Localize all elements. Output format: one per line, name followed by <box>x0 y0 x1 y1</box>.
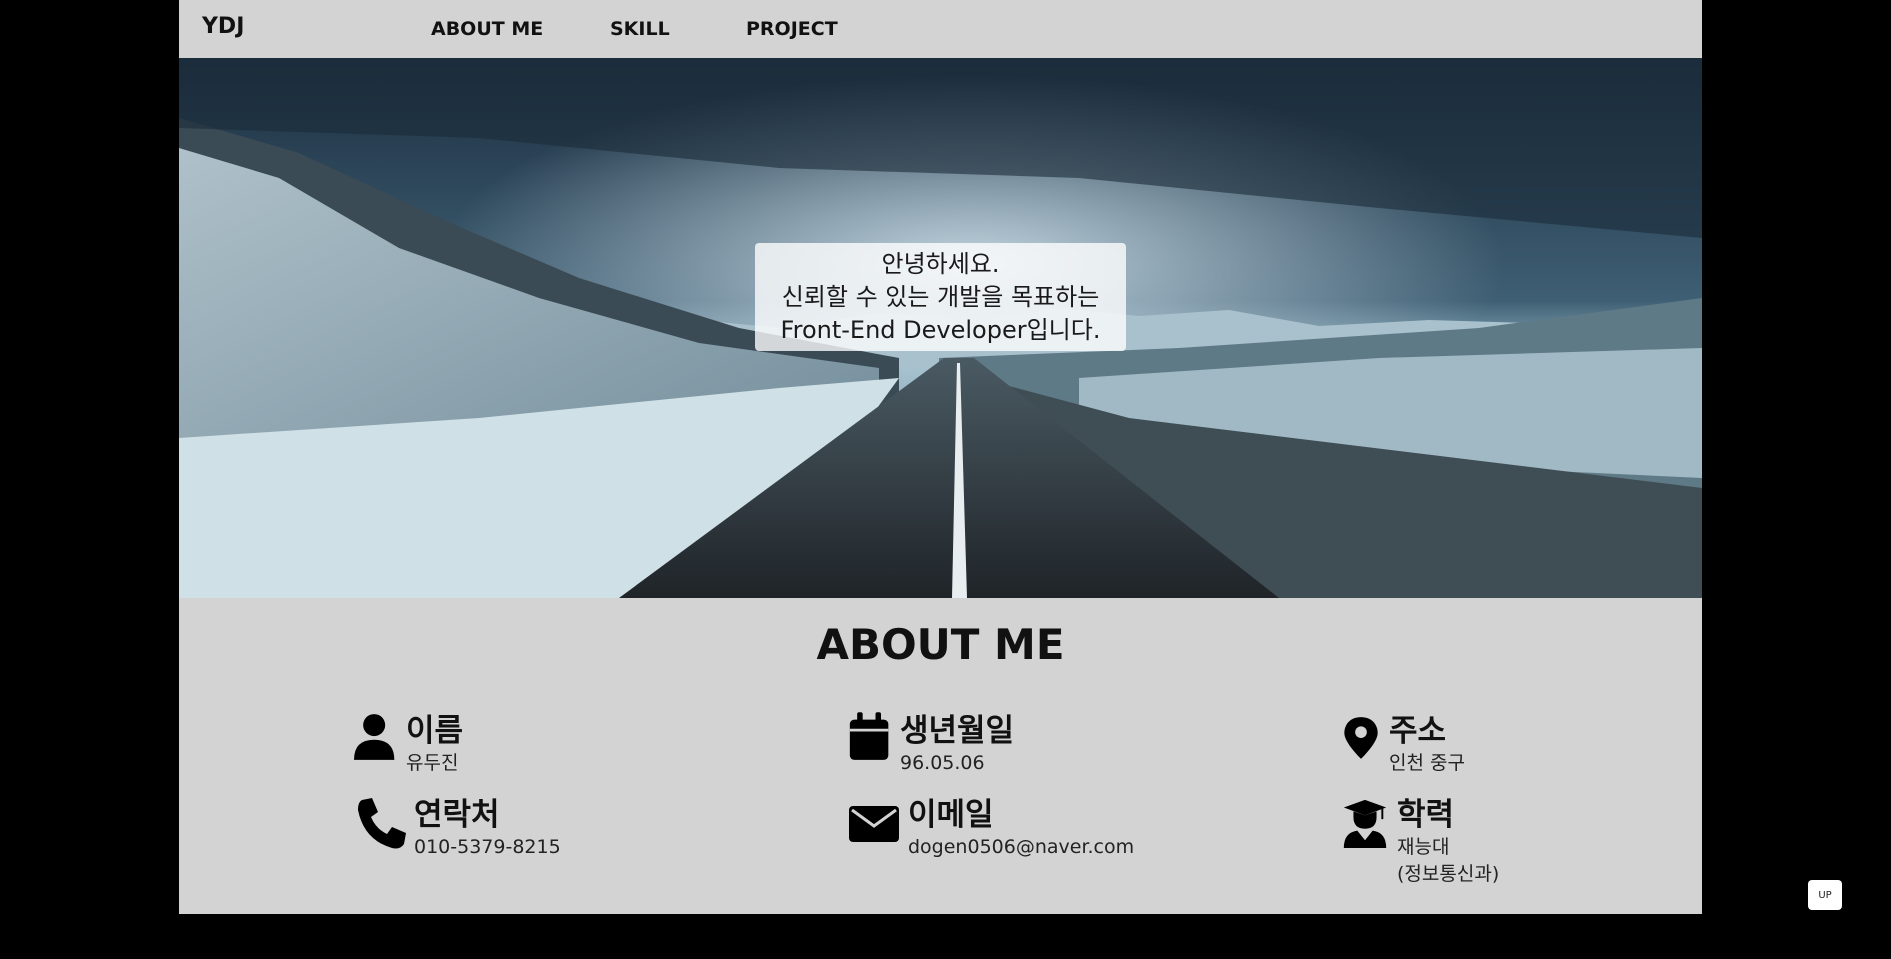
nav-skill[interactable]: SKILL <box>610 18 670 40</box>
nav-about-me[interactable]: ABOUT ME <box>431 18 543 40</box>
hero-banner: 안녕하세요. 신뢰할 수 있는 개발을 목표하는 Front-End Devel… <box>179 58 1702 598</box>
nav-project[interactable]: PROJECT <box>746 18 838 40</box>
info-birthdate: 생년월일 96.05.06 <box>848 712 1014 777</box>
info-education-value: 재능대 <box>1397 836 1450 858</box>
info-education: 학력 재능대 (정보통신과) <box>1341 796 1499 888</box>
calendar-icon <box>849 712 889 760</box>
map-pin-icon <box>1344 717 1378 759</box>
info-email-title: 이메일 <box>908 797 994 833</box>
info-phone-title: 연락처 <box>414 797 500 833</box>
info-name-value: 유두진 <box>406 752 459 774</box>
greeting-line-2: 신뢰할 수 있는 개발을 목표하는 <box>781 283 1100 311</box>
page-container: YDJ ABOUT ME SKILL PROJECT 안녕하세요. 신뢰할 수 … <box>179 0 1702 914</box>
info-email: 이메일 dogen0506@naver.com <box>848 796 1134 861</box>
info-address: 주소 인천 중구 <box>1341 712 1465 777</box>
greeting-line-1: 안녕하세요. <box>881 250 1000 278</box>
info-name: 이름 유두진 <box>354 712 463 777</box>
person-icon <box>354 714 395 760</box>
info-education-value-2: (정보통신과) <box>1397 863 1500 885</box>
greeting-line-3: Front-End Developer입니다. <box>780 316 1101 344</box>
info-phone-value: 010-5379-8215 <box>414 836 561 858</box>
info-address-title: 주소 <box>1389 713 1447 749</box>
scroll-up-button[interactable]: UP <box>1808 880 1842 910</box>
envelope-icon <box>849 806 899 842</box>
top-nav: YDJ ABOUT ME SKILL PROJECT <box>179 0 1702 58</box>
greeting-box: 안녕하세요. 신뢰할 수 있는 개발을 목표하는 Front-End Devel… <box>755 243 1126 351</box>
info-address-value: 인천 중구 <box>1389 752 1465 774</box>
info-birthdate-value: 96.05.06 <box>900 752 985 774</box>
graduate-icon <box>1343 799 1387 848</box>
info-phone: 연락처 010-5379-8215 <box>354 796 561 861</box>
info-birthdate-title: 생년월일 <box>900 713 1015 749</box>
info-education-title: 학력 <box>1397 797 1455 833</box>
info-email-value[interactable]: dogen0506@naver.com <box>908 834 1134 861</box>
about-me-title: ABOUT ME <box>816 620 1065 669</box>
info-name-title: 이름 <box>406 713 464 749</box>
phone-icon <box>358 798 406 849</box>
logo[interactable]: YDJ <box>202 14 244 39</box>
